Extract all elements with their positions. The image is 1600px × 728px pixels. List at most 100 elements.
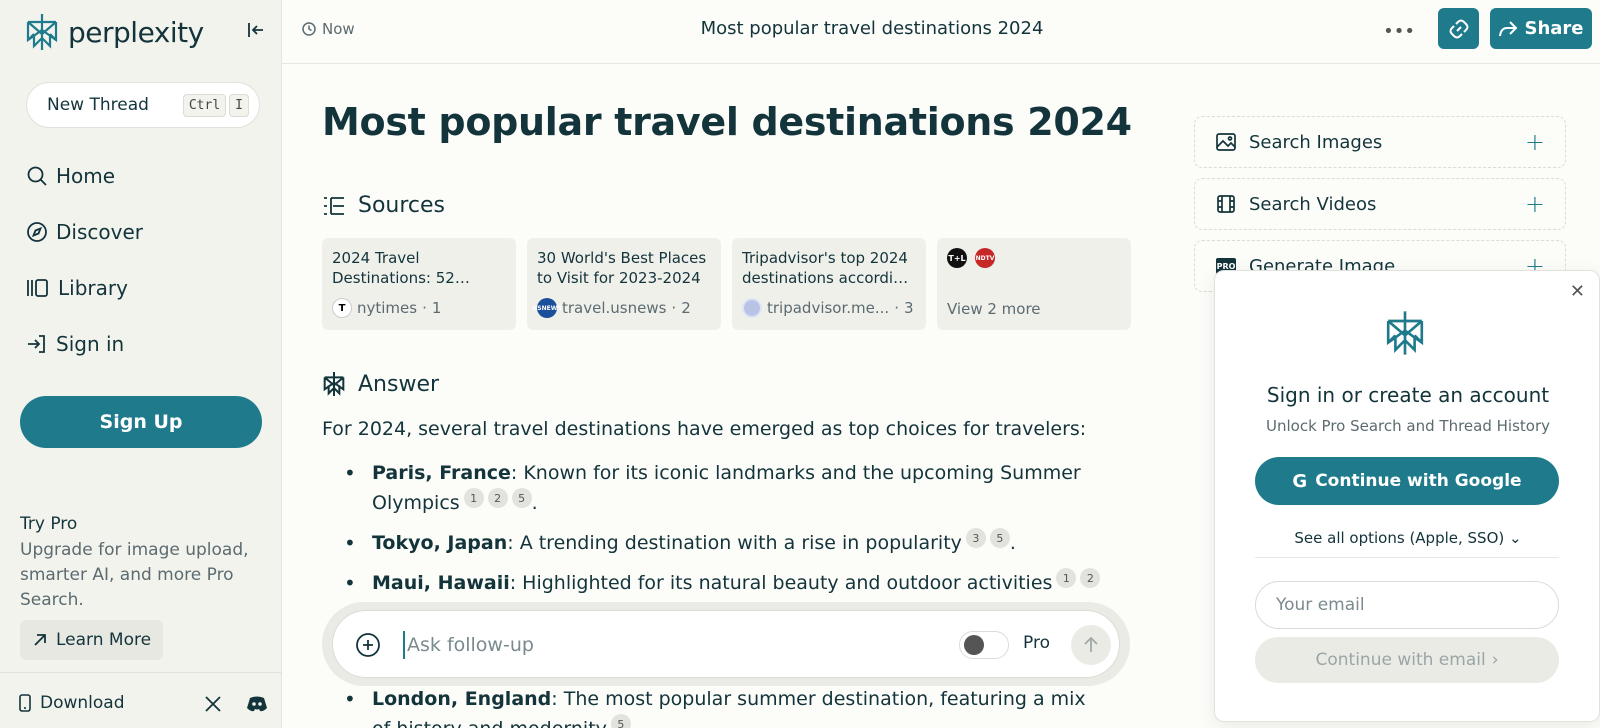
send-button[interactable] (1071, 625, 1111, 665)
try-pro-description: Upgrade for image upload, smarter AI, an… (20, 540, 249, 610)
chevron-down-icon: ⌄ (1509, 529, 1522, 547)
view-more-label: View 2 more (947, 300, 1041, 318)
pro-toggle[interactable] (959, 631, 1009, 659)
source-card[interactable]: 2024 Travel Destinations: 52 Places to G… (322, 238, 516, 330)
source-separator: · (671, 299, 677, 317)
answer-list-continued: London, England: The most popular summer… (322, 684, 1102, 728)
attach-button[interactable] (355, 632, 381, 662)
google-icon: G (1292, 470, 1308, 492)
library-icon (27, 279, 48, 297)
source-card[interactable]: 30 World's Best Places to Visit for 2023… (527, 238, 721, 330)
copy-link-button[interactable] (1438, 8, 1479, 49)
signin-title: Sign in or create an account (1266, 383, 1550, 407)
list-item: Paris, France: Known for its iconic land… (322, 458, 1102, 518)
sources-heading-label: Sources (358, 193, 446, 218)
sign-up-button[interactable]: Sign Up (20, 396, 262, 448)
see-all-options-link[interactable]: See all options (Apple, SSO) ⌄ (1215, 529, 1600, 547)
source-card[interactable]: Tripadvisor's top 2024 destinations acco… (732, 238, 926, 330)
download-link[interactable]: Download (18, 693, 125, 713)
sidebar-footer: Download (0, 672, 282, 728)
destination-name: Tokyo, Japan (372, 532, 508, 554)
source-title: 2024 Travel Destinations: 52 Places to G… (332, 249, 455, 287)
x-icon[interactable] (204, 695, 222, 717)
more-icon: ••• (1383, 20, 1415, 42)
continue-with-google-button[interactable]: G Continue with Google (1255, 457, 1559, 505)
arrow-up-icon (1084, 636, 1098, 652)
nytimes-favicon-icon: T (332, 298, 352, 318)
search-images-button[interactable]: Search Images + (1194, 116, 1566, 168)
share-button[interactable]: Share (1490, 8, 1592, 49)
logo[interactable]: perplexity (24, 12, 204, 52)
shortcut-key-i: I (229, 93, 249, 117)
link-icon (1449, 19, 1468, 38)
citation-badge[interactable]: 5 (511, 488, 532, 509)
sidebar-item-library[interactable]: Library (26, 276, 128, 300)
answer-heading-label: Answer (358, 371, 440, 397)
signin-subtitle: Unlock Pro Search and Thread History (1266, 417, 1550, 435)
source-index: 3 (903, 299, 914, 317)
thread-time: Now (302, 20, 355, 38)
globe-favicon-icon (742, 298, 762, 318)
citation-badge[interactable]: 5 (610, 714, 631, 728)
follow-up-input[interactable] (403, 631, 903, 659)
source-index: 2 (681, 299, 691, 317)
follow-up-container: Pro (322, 602, 1130, 686)
destination-name: London, England (372, 688, 552, 710)
download-label: Download (40, 693, 125, 713)
share-icon (1499, 20, 1518, 36)
phone-icon (19, 694, 31, 712)
learn-more-label: Learn More (56, 630, 152, 650)
ndtv-favicon-icon: NDTV (975, 248, 995, 268)
sidebar-item-home[interactable]: Home (26, 164, 115, 188)
source-title: Tripadvisor's top 2024 destinations acco… (742, 249, 913, 287)
citation-badge[interactable]: 2 (1080, 568, 1101, 589)
source-meta: USNEWS travel.usnews · 2 (532, 298, 691, 318)
usnews-favicon-icon: USNEWS (532, 298, 562, 318)
citation-badge[interactable]: 2 (487, 488, 508, 509)
shortcut-hint: Ctrl I (182, 93, 249, 117)
share-label: Share (1524, 18, 1584, 39)
toggle-knob (964, 635, 984, 655)
continue-with-email-button[interactable]: Continue with email › (1255, 637, 1559, 683)
citation-badge[interactable]: 1 (1056, 568, 1077, 589)
new-thread-button[interactable]: New Thread Ctrl I (26, 82, 260, 128)
view-more-sources-card[interactable]: T+L NDTV View 2 more (937, 238, 1131, 330)
signin-logo (1383, 309, 1427, 361)
source-separator: · (894, 299, 899, 317)
answer-intro: For 2024, several travel destinations ha… (322, 418, 1087, 440)
try-pro-title: Try Pro (20, 514, 78, 534)
source-separator: · (422, 299, 427, 317)
follow-up-box: Pro (332, 610, 1120, 678)
search-images-label: Search Images (1249, 131, 1383, 153)
see-all-label: See all options (Apple, SSO) (1294, 529, 1505, 547)
learn-more-button[interactable]: Learn More (20, 620, 164, 660)
compass-icon (27, 222, 47, 242)
thread-title: Most popular travel destinations 2024 (700, 18, 1044, 39)
search-videos-label: Search Videos (1249, 193, 1377, 215)
citation-badge[interactable]: 5 (989, 528, 1010, 549)
source-meta: tripadvisor.me... · 3 (742, 298, 914, 318)
collapse-sidebar-button[interactable] (244, 18, 268, 42)
list-item: Tokyo, Japan: A trending destination wit… (322, 528, 1102, 558)
email-field[interactable] (1255, 581, 1559, 629)
perplexity-logo-icon (26, 14, 58, 50)
clock-icon (302, 22, 316, 36)
travel-leisure-favicon-icon: T+L (947, 248, 967, 268)
sidebar: perplexity New Thread Ctrl I Home Discov… (0, 0, 282, 728)
plus-circle-icon (356, 633, 380, 657)
search-videos-button[interactable]: Search Videos + (1194, 178, 1566, 230)
more-options-button[interactable]: ••• (1383, 16, 1415, 46)
divider (1255, 557, 1559, 558)
sidebar-item-label: Library (58, 276, 128, 300)
sidebar-item-sign-in[interactable]: Sign in (26, 332, 124, 356)
citation-badge[interactable]: 3 (965, 528, 986, 549)
discord-icon[interactable] (246, 695, 268, 717)
sign-in-icon (28, 335, 45, 353)
page-title: Most popular travel destinations 2024 (322, 100, 1132, 144)
citation-badge[interactable]: 1 (463, 488, 484, 509)
more-source-favicons: T+L NDTV (947, 248, 1121, 268)
image-icon (1216, 133, 1236, 151)
close-icon[interactable]: ✕ (1570, 281, 1585, 302)
source-domain: travel.usnews (562, 299, 667, 317)
sidebar-item-discover[interactable]: Discover (26, 220, 143, 244)
